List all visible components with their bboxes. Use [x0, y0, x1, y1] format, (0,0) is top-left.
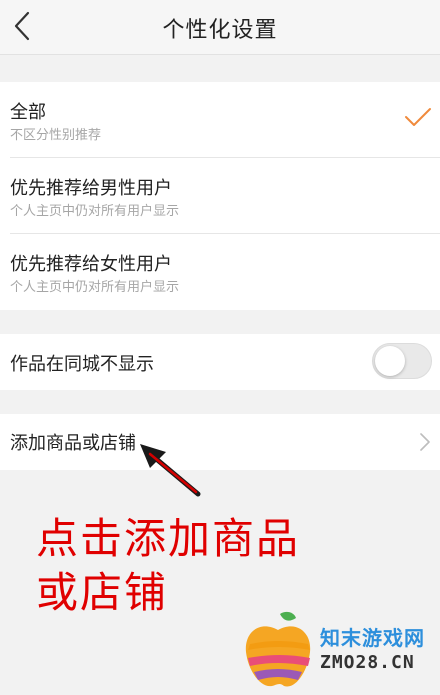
option-title: 全部 — [10, 102, 46, 123]
toggle-knob — [375, 346, 405, 376]
annotation-text: 点击添加商品 或店铺 — [36, 512, 300, 620]
option-title: 优先推荐给女性用户 — [10, 254, 172, 275]
annotation-arrow-icon — [140, 444, 201, 497]
page-title: 个性化设置 — [162, 18, 278, 43]
nav-header: 个性化设置 — [0, 0, 440, 55]
option-subtitle: 个人主页中仍对所有用户显示 — [10, 280, 180, 295]
recommend-group: 全部 不区分性别推荐 优先推荐给男性用户 个人主页中仍对所有用户显示 优先推荐给… — [0, 82, 440, 310]
check-icon — [405, 108, 431, 126]
option-title: 优先推荐给男性用户 — [10, 178, 172, 199]
watermark-url: ZMO28.CN — [320, 652, 415, 673]
add-product-label: 添加商品或店铺 — [10, 433, 136, 454]
option-all[interactable]: 全部 不区分性别推荐 — [0, 82, 440, 158]
add-product-row[interactable]: 添加商品或店铺 — [0, 414, 440, 470]
local-hide-toggle[interactable] — [372, 343, 432, 379]
chevron-right-icon — [420, 433, 430, 451]
local-hide-label: 作品在同城不显示 — [10, 354, 154, 375]
option-male[interactable]: 优先推荐给男性用户 个人主页中仍对所有用户显示 — [0, 158, 440, 234]
option-female[interactable]: 优先推荐给女性用户 个人主页中仍对所有用户显示 — [0, 234, 440, 310]
watermark-title: 知末游戏网 — [320, 626, 425, 650]
watermark: 知末游戏网 ZMO28.CN — [240, 608, 440, 692]
annotation-line-1: 点击添加商品 — [36, 514, 301, 563]
option-subtitle: 个人主页中仍对所有用户显示 — [10, 204, 180, 219]
option-subtitle: 不区分性别推荐 — [10, 128, 102, 143]
local-hide-row: 作品在同城不显示 — [0, 334, 440, 390]
apple-logo-icon — [245, 611, 311, 687]
